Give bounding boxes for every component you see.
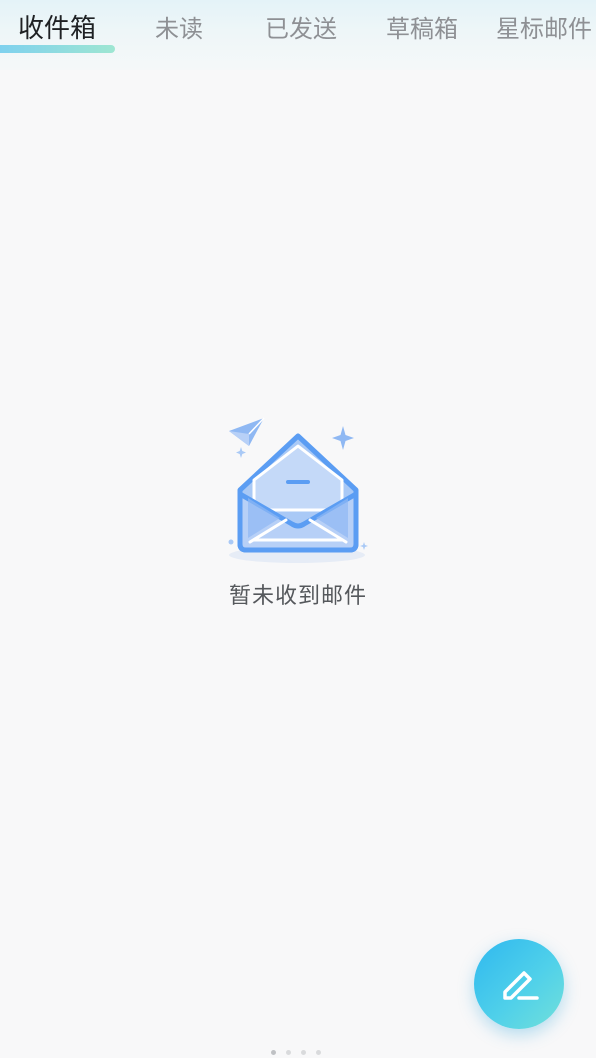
mail-screen: 收件箱 未读 已发送 草稿箱 星标邮件 暂未收到邮件 <box>0 0 596 1058</box>
empty-inbox-message: 暂未收到邮件 <box>228 584 367 609</box>
tab-drafts[interactable]: 草稿箱 <box>386 12 458 46</box>
open-envelope-icon <box>224 414 372 566</box>
active-tab-indicator <box>0 45 115 53</box>
compose-button[interactable] <box>474 939 564 1029</box>
page-dot <box>301 1050 306 1055</box>
page-dot <box>271 1050 276 1055</box>
tab-sent[interactable]: 已发送 <box>265 12 337 46</box>
mailbox-tab-bar: 收件箱 未读 已发送 草稿箱 星标邮件 <box>0 0 596 70</box>
pencil-compose-icon <box>503 971 539 1000</box>
page-dot <box>286 1050 291 1055</box>
tab-starred[interactable]: 星标邮件 <box>496 12 592 46</box>
tab-unread[interactable]: 未读 <box>155 12 203 46</box>
tab-inbox[interactable]: 收件箱 <box>18 12 96 46</box>
page-dot <box>316 1050 321 1055</box>
page-indicator <box>266 1040 330 1055</box>
